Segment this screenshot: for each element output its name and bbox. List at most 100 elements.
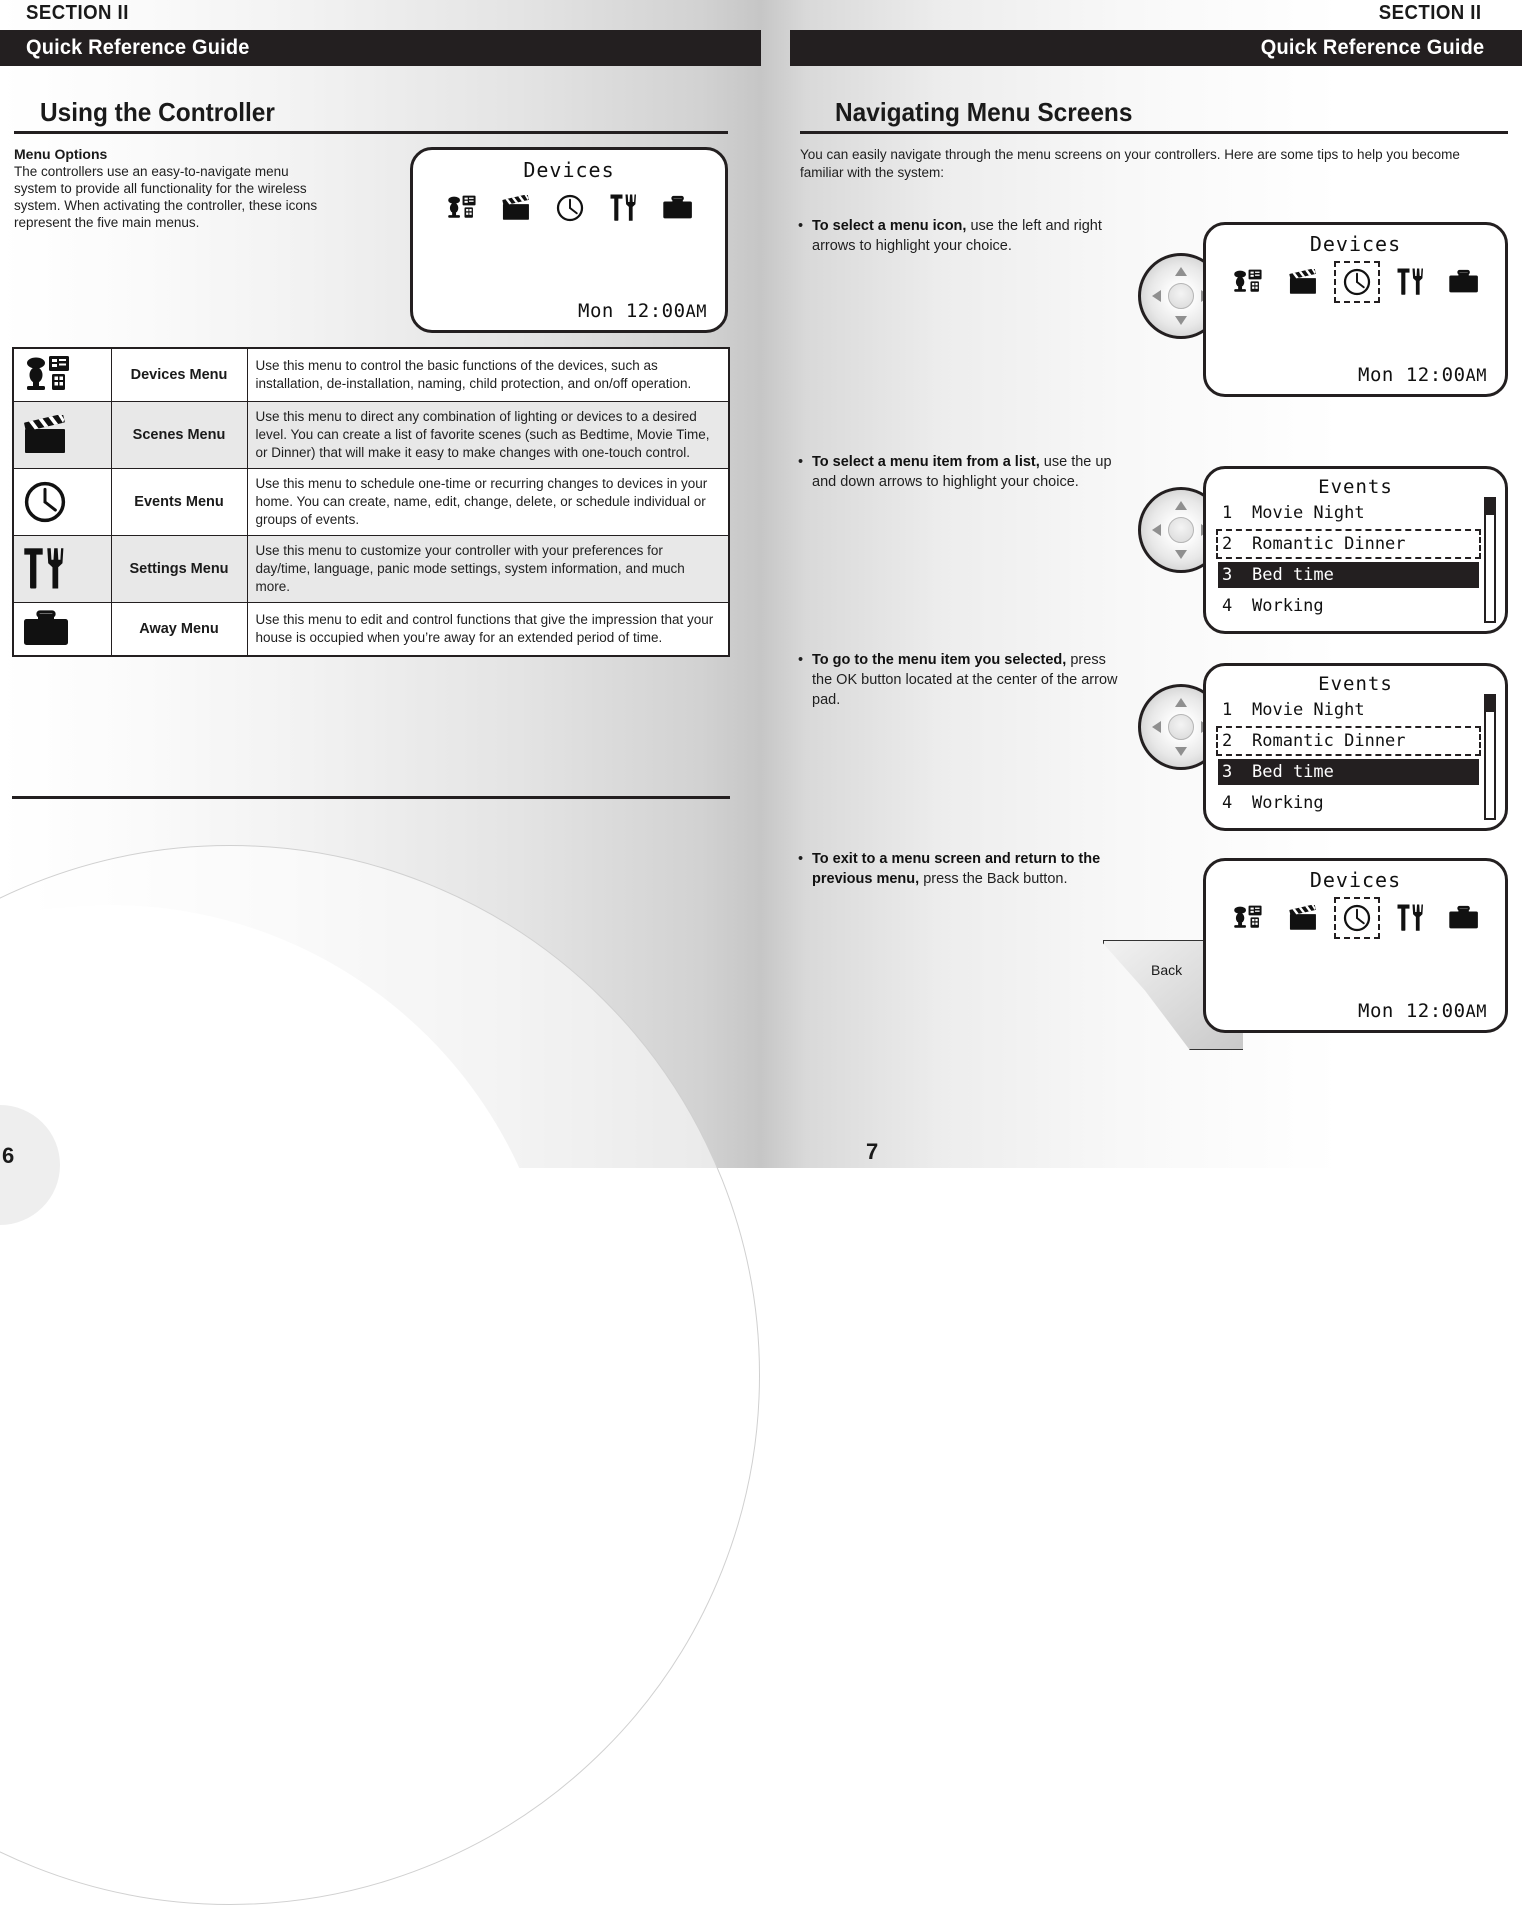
list-item-number: 1 [1222, 700, 1233, 720]
lcd-title: Devices [523, 158, 615, 182]
menu-descriptions-table: Devices Menu Use this menu to control th… [12, 347, 730, 657]
away-icon[interactable] [1443, 902, 1484, 934]
table-row: Settings Menu Use this menu to customize… [12, 535, 730, 603]
bottom-rule-left [12, 796, 730, 799]
devices-icon[interactable] [440, 192, 483, 224]
arrow-down-icon[interactable] [1175, 747, 1187, 756]
lcd-clock-time: 12:00 [1405, 1000, 1466, 1022]
table-row: Away Menu Use this menu to edit and cont… [12, 602, 730, 657]
menu-options-body: The controllers use an easy-to-navigate … [14, 164, 318, 230]
arrow-left-icon[interactable] [1152, 721, 1161, 733]
lcd-screen-events-1: Events 1 Movie Night 2 Romantic Dinner 3… [1203, 466, 1508, 634]
bullet-rest: press the Back button. [919, 871, 1068, 887]
menu-options-title: Menu Options [14, 146, 108, 162]
list-item[interactable]: 1 Movie Night [1218, 500, 1479, 526]
scrollbar-thumb[interactable] [1486, 696, 1494, 712]
bullet-bold: To go to the menu item you selected, [812, 652, 1067, 668]
list-item[interactable]: 3 Bed time [1218, 562, 1479, 588]
page-title-left: Using the Controller [40, 97, 275, 127]
list-item-number: 2 [1222, 534, 1233, 554]
bullet-go-to-item: • To go to the menu item you selected, p… [798, 650, 1128, 710]
scrollbar-thumb[interactable] [1486, 499, 1494, 515]
ok-button[interactable] [1168, 714, 1194, 740]
table-cell-name: Events Menu [110, 468, 248, 536]
page-title-right: Navigating Menu Screens [835, 97, 1133, 127]
list-item-number: 2 [1222, 731, 1233, 751]
settings-icon[interactable] [1391, 264, 1430, 300]
ok-button[interactable] [1168, 517, 1194, 543]
lcd-screen-devices-back: Devices Mon 12:00AM [1203, 858, 1508, 1033]
list-item[interactable]: 2 Romantic Dinner [1216, 726, 1481, 756]
events-icon[interactable] [1333, 897, 1380, 939]
table-cell-description: Use this menu to direct any combination … [246, 401, 730, 469]
table-cell-description: Use this menu to customize your controll… [246, 535, 730, 603]
table-cell-name: Devices Menu [110, 347, 248, 402]
list-item-label: Working [1252, 596, 1324, 616]
lcd-title: Events [1318, 673, 1393, 695]
section-kicker-right: SECTION II [1379, 2, 1482, 24]
list-item[interactable]: 4 Working [1218, 593, 1479, 619]
lcd-clock-time: 12:00 [625, 300, 686, 322]
menu-options-block: Menu Options The controllers use an easy… [14, 146, 334, 231]
list-item[interactable]: 1 Movie Night [1218, 697, 1479, 723]
bullet-dot-icon: • [798, 454, 804, 470]
away-icon[interactable] [657, 192, 698, 224]
list-item-label: Romantic Dinner [1252, 534, 1406, 554]
events-icon[interactable] [550, 190, 590, 226]
scrollbar[interactable] [1484, 694, 1496, 820]
table-cell-description: Use this menu to schedule one-time or re… [246, 468, 730, 536]
scenes-icon[interactable] [496, 192, 536, 224]
away-icon[interactable] [1443, 266, 1484, 298]
table-cell-description: Use this menu to control the basic funct… [246, 347, 730, 402]
bullet-bold: To select a menu icon, [812, 218, 967, 234]
heading-rule-left [14, 131, 728, 134]
list-item[interactable]: 3 Bed time [1218, 759, 1479, 785]
bullet-body: To go to the menu item you selected, pre… [812, 650, 1128, 710]
header-bar-left: Quick Reference Guide [0, 30, 761, 66]
bullet-body: To exit to a menu screen and return to t… [812, 849, 1138, 889]
bullet-bold: To select a menu item from a list, [812, 454, 1040, 470]
arrow-up-icon[interactable] [1175, 698, 1187, 707]
menu-table-body: Devices Menu Use this menu to control th… [12, 347, 730, 657]
section-kicker-left: SECTION II [26, 2, 129, 24]
lcd-clock-day: Mon [1358, 364, 1394, 386]
settings-icon[interactable] [604, 190, 643, 226]
arrow-up-icon[interactable] [1175, 267, 1187, 276]
intro-paragraph: You can easily navigate through the menu… [800, 147, 1460, 180]
settings-icon[interactable] [1391, 900, 1430, 936]
bullet-select-menu-icon: • To select a menu icon, use the left an… [798, 216, 1128, 256]
arrow-down-icon[interactable] [1175, 316, 1187, 325]
bullet-dot-icon: • [798, 851, 804, 867]
header-bar-title-left: Quick Reference Guide [26, 36, 250, 59]
arrow-up-icon[interactable] [1175, 501, 1187, 510]
lcd-clock-ampm: AM [1465, 366, 1487, 386]
arrow-down-icon[interactable] [1175, 550, 1187, 559]
list-item-number: 4 [1222, 793, 1233, 813]
table-cell-icon [12, 347, 112, 402]
arrow-left-icon[interactable] [1152, 290, 1161, 302]
list-item[interactable]: 2 Romantic Dinner [1216, 529, 1481, 559]
lcd-list: Events 1 Movie Night 2 Romantic Dinner 3… [1206, 469, 1505, 631]
events-icon[interactable] [1333, 261, 1380, 303]
table-cell-icon [12, 602, 112, 657]
table-cell-name: Away Menu [110, 602, 248, 657]
scenes-icon[interactable] [1283, 902, 1323, 934]
bullet-select-list-item: • To select a menu item from a list, use… [798, 452, 1128, 492]
bullet-dot-icon: • [798, 652, 804, 668]
lcd-clock-ampm: AM [1465, 1002, 1487, 1022]
lcd-title: Events [1318, 476, 1393, 498]
lcd-list: Events 1 Movie Night 2 Romantic Dinner 3… [1206, 666, 1505, 828]
scenes-icon[interactable] [1283, 266, 1323, 298]
devices-icon[interactable] [1226, 902, 1269, 934]
scrollbar[interactable] [1484, 497, 1496, 623]
back-button-label[interactable]: Back [1151, 962, 1182, 978]
arrow-left-icon[interactable] [1152, 524, 1161, 536]
header-bar-title-right: Quick Reference Guide [1260, 36, 1484, 59]
table-row: Devices Menu Use this menu to control th… [12, 347, 730, 402]
lcd-screen-devices-main: Devices Mon 12:00AM [410, 147, 728, 333]
devices-icon[interactable] [1226, 266, 1269, 298]
list-item[interactable]: 4 Working [1218, 790, 1479, 816]
ok-button[interactable] [1168, 283, 1194, 309]
table-cell-description: Use this menu to edit and control functi… [246, 602, 730, 657]
page-number-left: 6 [2, 1143, 15, 1168]
